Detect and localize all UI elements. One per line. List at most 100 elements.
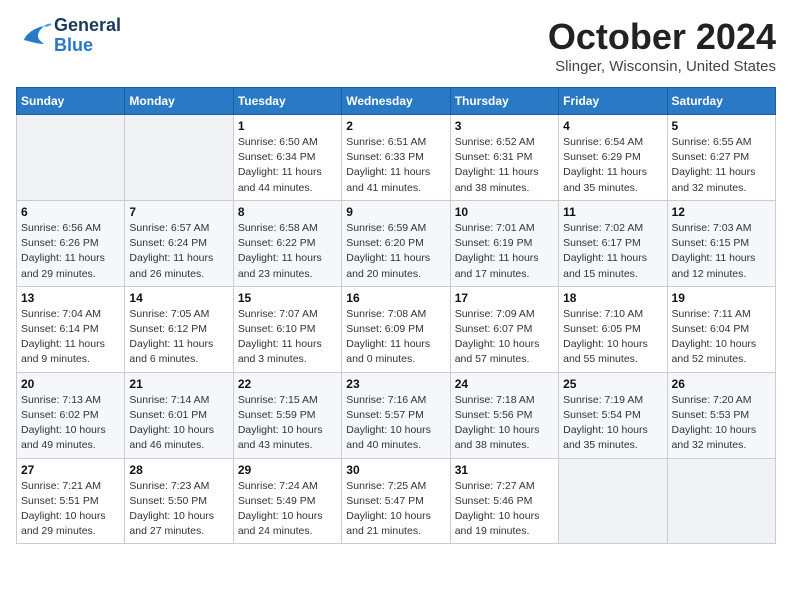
day-number: 6 <box>21 205 120 219</box>
day-detail: Sunrise: 7:20 AMSunset: 5:53 PMDaylight:… <box>672 393 771 454</box>
day-detail: Sunrise: 7:18 AMSunset: 5:56 PMDaylight:… <box>455 393 554 454</box>
day-number: 15 <box>238 291 337 305</box>
day-detail: Sunrise: 6:59 AMSunset: 6:20 PMDaylight:… <box>346 221 445 282</box>
day-number: 24 <box>455 377 554 391</box>
day-number: 20 <box>21 377 120 391</box>
day-number: 18 <box>563 291 662 305</box>
day-detail: Sunrise: 7:03 AMSunset: 6:15 PMDaylight:… <box>672 221 771 282</box>
day-number: 9 <box>346 205 445 219</box>
day-number: 26 <box>672 377 771 391</box>
day-number: 5 <box>672 119 771 133</box>
day-number: 16 <box>346 291 445 305</box>
calendar-week-1: 1 Sunrise: 6:50 AMSunset: 6:34 PMDayligh… <box>17 115 776 201</box>
table-row: 10 Sunrise: 7:01 AMSunset: 6:19 PMDaylig… <box>450 200 558 286</box>
table-row: 11 Sunrise: 7:02 AMSunset: 6:17 PMDaylig… <box>559 200 667 286</box>
calendar-table: Sunday Monday Tuesday Wednesday Thursday… <box>16 87 776 544</box>
day-number: 28 <box>129 463 228 477</box>
table-row: 21 Sunrise: 7:14 AMSunset: 6:01 PMDaylig… <box>125 372 233 458</box>
table-row <box>125 115 233 201</box>
day-detail: Sunrise: 6:55 AMSunset: 6:27 PMDaylight:… <box>672 135 771 196</box>
day-detail: Sunrise: 7:13 AMSunset: 6:02 PMDaylight:… <box>21 393 120 454</box>
day-detail: Sunrise: 7:27 AMSunset: 5:46 PMDaylight:… <box>455 479 554 540</box>
day-detail: Sunrise: 7:04 AMSunset: 6:14 PMDaylight:… <box>21 307 120 368</box>
day-detail: Sunrise: 7:23 AMSunset: 5:50 PMDaylight:… <box>129 479 228 540</box>
day-number: 23 <box>346 377 445 391</box>
day-number: 30 <box>346 463 445 477</box>
table-row: 23 Sunrise: 7:16 AMSunset: 5:57 PMDaylig… <box>342 372 450 458</box>
day-detail: Sunrise: 7:14 AMSunset: 6:01 PMDaylight:… <box>129 393 228 454</box>
table-row: 3 Sunrise: 6:52 AMSunset: 6:31 PMDayligh… <box>450 115 558 201</box>
table-row: 19 Sunrise: 7:11 AMSunset: 6:04 PMDaylig… <box>667 286 775 372</box>
calendar-week-4: 20 Sunrise: 7:13 AMSunset: 6:02 PMDaylig… <box>17 372 776 458</box>
day-detail: Sunrise: 7:07 AMSunset: 6:10 PMDaylight:… <box>238 307 337 368</box>
table-row: 13 Sunrise: 7:04 AMSunset: 6:14 PMDaylig… <box>17 286 125 372</box>
table-row: 24 Sunrise: 7:18 AMSunset: 5:56 PMDaylig… <box>450 372 558 458</box>
day-detail: Sunrise: 6:54 AMSunset: 6:29 PMDaylight:… <box>563 135 662 196</box>
table-row: 15 Sunrise: 7:07 AMSunset: 6:10 PMDaylig… <box>233 286 341 372</box>
location-text: Slinger, Wisconsin, United States <box>548 58 776 75</box>
logo-general-text: General <box>54 16 121 36</box>
table-row: 14 Sunrise: 7:05 AMSunset: 6:12 PMDaylig… <box>125 286 233 372</box>
table-row <box>667 458 775 544</box>
table-row: 8 Sunrise: 6:58 AMSunset: 6:22 PMDayligh… <box>233 200 341 286</box>
calendar-header-row: Sunday Monday Tuesday Wednesday Thursday… <box>17 88 776 115</box>
day-number: 12 <box>672 205 771 219</box>
day-number: 17 <box>455 291 554 305</box>
table-row: 31 Sunrise: 7:27 AMSunset: 5:46 PMDaylig… <box>450 458 558 544</box>
table-row: 2 Sunrise: 6:51 AMSunset: 6:33 PMDayligh… <box>342 115 450 201</box>
table-row: 26 Sunrise: 7:20 AMSunset: 5:53 PMDaylig… <box>667 372 775 458</box>
table-row: 29 Sunrise: 7:24 AMSunset: 5:49 PMDaylig… <box>233 458 341 544</box>
day-detail: Sunrise: 6:56 AMSunset: 6:26 PMDaylight:… <box>21 221 120 282</box>
day-detail: Sunrise: 7:24 AMSunset: 5:49 PMDaylight:… <box>238 479 337 540</box>
day-detail: Sunrise: 6:52 AMSunset: 6:31 PMDaylight:… <box>455 135 554 196</box>
col-sunday: Sunday <box>17 88 125 115</box>
day-number: 2 <box>346 119 445 133</box>
table-row: 27 Sunrise: 7:21 AMSunset: 5:51 PMDaylig… <box>17 458 125 544</box>
col-tuesday: Tuesday <box>233 88 341 115</box>
col-wednesday: Wednesday <box>342 88 450 115</box>
table-row: 5 Sunrise: 6:55 AMSunset: 6:27 PMDayligh… <box>667 115 775 201</box>
day-detail: Sunrise: 7:08 AMSunset: 6:09 PMDaylight:… <box>346 307 445 368</box>
day-number: 29 <box>238 463 337 477</box>
table-row: 18 Sunrise: 7:10 AMSunset: 6:05 PMDaylig… <box>559 286 667 372</box>
day-detail: Sunrise: 7:25 AMSunset: 5:47 PMDaylight:… <box>346 479 445 540</box>
col-monday: Monday <box>125 88 233 115</box>
day-number: 25 <box>563 377 662 391</box>
page-header: General Blue October 2024 Slinger, Wisco… <box>16 16 776 75</box>
day-detail: Sunrise: 7:02 AMSunset: 6:17 PMDaylight:… <box>563 221 662 282</box>
logo-name: General Blue <box>54 16 121 56</box>
day-number: 7 <box>129 205 228 219</box>
col-thursday: Thursday <box>450 88 558 115</box>
day-number: 21 <box>129 377 228 391</box>
col-friday: Friday <box>559 88 667 115</box>
calendar-week-5: 27 Sunrise: 7:21 AMSunset: 5:51 PMDaylig… <box>17 458 776 544</box>
day-number: 11 <box>563 205 662 219</box>
day-detail: Sunrise: 7:16 AMSunset: 5:57 PMDaylight:… <box>346 393 445 454</box>
day-detail: Sunrise: 7:10 AMSunset: 6:05 PMDaylight:… <box>563 307 662 368</box>
table-row: 6 Sunrise: 6:56 AMSunset: 6:26 PMDayligh… <box>17 200 125 286</box>
table-row: 20 Sunrise: 7:13 AMSunset: 6:02 PMDaylig… <box>17 372 125 458</box>
day-detail: Sunrise: 6:58 AMSunset: 6:22 PMDaylight:… <box>238 221 337 282</box>
day-detail: Sunrise: 7:11 AMSunset: 6:04 PMDaylight:… <box>672 307 771 368</box>
day-detail: Sunrise: 7:01 AMSunset: 6:19 PMDaylight:… <box>455 221 554 282</box>
title-block: October 2024 Slinger, Wisconsin, United … <box>548 16 776 75</box>
day-number: 14 <box>129 291 228 305</box>
table-row <box>559 458 667 544</box>
day-number: 8 <box>238 205 337 219</box>
day-number: 22 <box>238 377 337 391</box>
table-row: 30 Sunrise: 7:25 AMSunset: 5:47 PMDaylig… <box>342 458 450 544</box>
table-row <box>17 115 125 201</box>
table-row: 28 Sunrise: 7:23 AMSunset: 5:50 PMDaylig… <box>125 458 233 544</box>
day-number: 13 <box>21 291 120 305</box>
table-row: 25 Sunrise: 7:19 AMSunset: 5:54 PMDaylig… <box>559 372 667 458</box>
table-row: 17 Sunrise: 7:09 AMSunset: 6:07 PMDaylig… <box>450 286 558 372</box>
month-title: October 2024 <box>548 16 776 58</box>
col-saturday: Saturday <box>667 88 775 115</box>
table-row: 22 Sunrise: 7:15 AMSunset: 5:59 PMDaylig… <box>233 372 341 458</box>
logo: General Blue <box>16 16 121 56</box>
table-row: 7 Sunrise: 6:57 AMSunset: 6:24 PMDayligh… <box>125 200 233 286</box>
table-row: 4 Sunrise: 6:54 AMSunset: 6:29 PMDayligh… <box>559 115 667 201</box>
calendar-week-2: 6 Sunrise: 6:56 AMSunset: 6:26 PMDayligh… <box>17 200 776 286</box>
table-row: 16 Sunrise: 7:08 AMSunset: 6:09 PMDaylig… <box>342 286 450 372</box>
day-detail: Sunrise: 6:50 AMSunset: 6:34 PMDaylight:… <box>238 135 337 196</box>
